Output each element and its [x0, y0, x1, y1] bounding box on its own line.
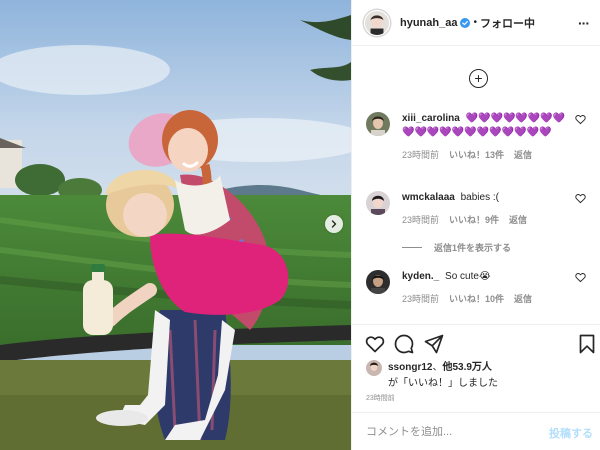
carousel-next-button[interactable] — [325, 215, 343, 233]
more-options-icon[interactable]: ··· — [578, 15, 590, 31]
chevron-right-icon — [331, 220, 337, 228]
post-action-bar — [352, 324, 600, 360]
header-separator: • — [473, 17, 477, 28]
comment-meta: 23時間前 いいね！10件 返信 — [402, 292, 567, 305]
author-avatar[interactable] — [364, 9, 390, 36]
comment-text: babies :( — [460, 192, 499, 203]
plus-icon: + — [474, 70, 483, 86]
comment-likes[interactable]: いいね！10件 — [449, 292, 504, 305]
share-paper-plane-icon[interactable] — [424, 334, 444, 354]
liked-by-text: ssongr12、他53.9万人 — [388, 361, 492, 374]
commenter-username[interactable]: xiii_carolina — [402, 113, 460, 124]
commenter-avatar[interactable] — [366, 191, 390, 215]
commenter-avatar[interactable] — [366, 270, 390, 294]
replies-divider-line — [402, 247, 422, 248]
comment-text: So cute😭 — [445, 271, 491, 282]
heart-icon[interactable] — [575, 272, 586, 283]
view-replies-label: 返信1件を表示する — [434, 243, 512, 253]
post-comment-button[interactable]: 投稿する — [549, 425, 593, 441]
commenter-username[interactable]: wmckalaaa — [402, 192, 455, 203]
post-photo — [0, 0, 351, 450]
post-timestamp[interactable]: 23時間前 — [366, 393, 395, 403]
comment-likes[interactable]: いいね！9件 — [449, 213, 499, 226]
like-heart-icon[interactable] — [365, 334, 385, 354]
comment-meta: 23時間前 いいね！13件 返信 — [402, 148, 567, 161]
liked-by-separator: 、 — [432, 362, 443, 373]
heart-icon[interactable] — [575, 193, 586, 204]
liked-by-username[interactable]: ssongr12 — [388, 362, 432, 373]
reply-button[interactable]: 返信 — [514, 292, 532, 305]
heart-icon[interactable] — [575, 114, 586, 125]
verified-badge-icon — [460, 17, 471, 28]
comment-meta: 23時間前 いいね！9件 返信 — [402, 213, 567, 226]
add-comment-input[interactable] — [366, 425, 541, 438]
comment-time[interactable]: 23時間前 — [402, 292, 439, 305]
add-comment-bar: 投稿する — [352, 412, 600, 450]
comment-time[interactable]: 23時間前 — [402, 213, 439, 226]
comment-bubble-icon[interactable] — [394, 334, 414, 354]
reply-button[interactable]: 返信 — [509, 213, 527, 226]
comment-time[interactable]: 23時間前 — [402, 148, 439, 161]
comment-likes[interactable]: いいね！13件 — [449, 148, 504, 161]
reply-button[interactable]: 返信 — [514, 148, 532, 161]
following-button[interactable]: フォロー中 — [480, 15, 535, 31]
post-header: hyunah_aa • フォロー中 ··· — [352, 0, 600, 46]
liker-avatar[interactable] — [366, 360, 382, 376]
view-replies-button[interactable]: 返信1件を表示する — [402, 241, 511, 254]
post-side-panel: hyunah_aa • フォロー中 ··· + xiii_carolina 💜💜… — [351, 0, 600, 450]
commenter-username[interactable]: kyden._ — [402, 271, 439, 282]
load-more-comments-button[interactable]: + — [469, 69, 488, 88]
liked-by-others[interactable]: 他53.9万人 — [442, 362, 491, 373]
commenter-avatar[interactable] — [366, 112, 390, 136]
liked-by-suffix: が「いいね！」しました — [388, 378, 498, 389]
bookmark-icon[interactable] — [577, 334, 597, 354]
post-photo-illustration — [0, 0, 351, 450]
author-username[interactable]: hyunah_aa — [400, 17, 457, 29]
